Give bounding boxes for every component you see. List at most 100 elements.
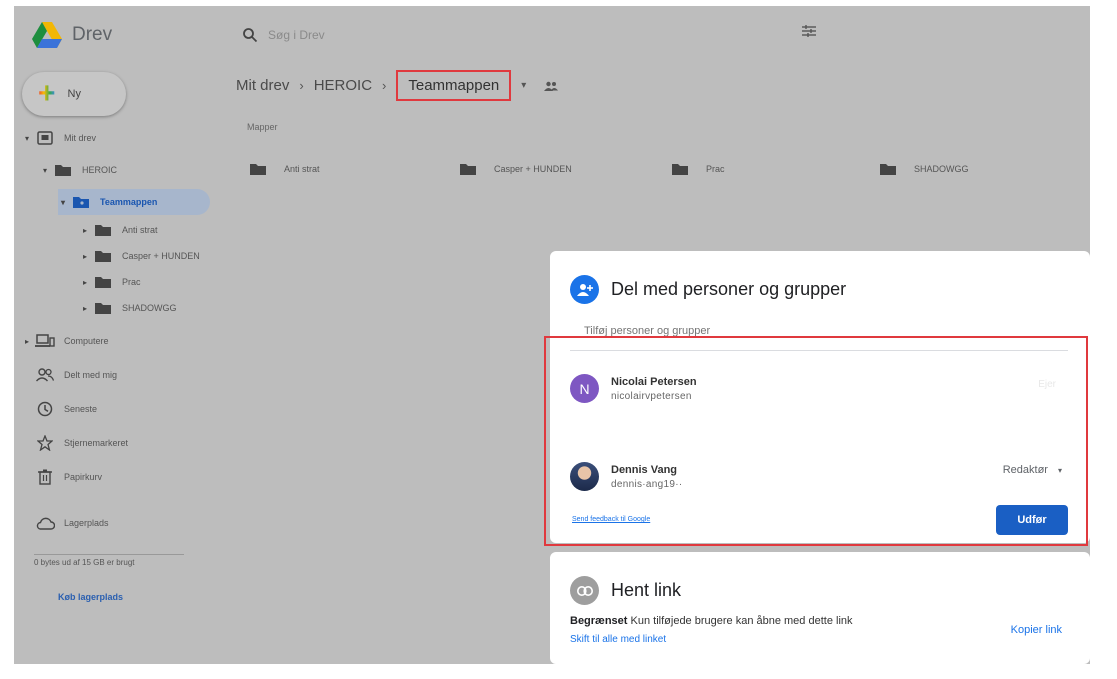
add-person-icon <box>570 275 599 304</box>
folder-icon <box>52 164 74 176</box>
change-access-link[interactable]: Skift til alle med linket <box>570 634 666 645</box>
clock-icon <box>34 401 56 417</box>
folder-icon <box>92 276 114 288</box>
share-dialog-header: Del med personer og grupper <box>570 275 846 304</box>
sidebar-item-trash[interactable]: Papirkurv <box>22 464 102 490</box>
send-feedback-link[interactable]: Send feedback til Google <box>572 516 650 523</box>
get-link-dialog: Hent link Begrænset Kun tilføjede bruger… <box>550 552 1090 664</box>
tree-item-label: SHADOWGG <box>122 303 177 313</box>
sidebar-item-storage[interactable]: Lagerplads <box>22 510 109 536</box>
sidebar-item-starred[interactable]: Stjernemarkeret <box>22 430 128 456</box>
folder-tile[interactable]: Anti strat <box>250 163 320 175</box>
search-bar[interactable]: Søg i Drev <box>242 20 842 50</box>
breadcrumb-current[interactable]: Teammappen <box>396 70 512 101</box>
sidebar-item-label: Papirkurv <box>64 472 103 482</box>
sidebar-item-computers[interactable]: ▸ Computere <box>22 328 109 354</box>
folders-section-label: Mapper <box>247 122 278 132</box>
avatar <box>570 462 599 491</box>
get-link-header: Hent link <box>570 576 681 605</box>
search-options-icon[interactable] <box>801 23 817 39</box>
folder-tile[interactable]: Casper + HUNDEN <box>460 163 572 175</box>
breadcrumb-item[interactable]: Mit drev <box>236 77 289 94</box>
cloud-icon <box>34 516 56 530</box>
star-icon <box>34 435 56 451</box>
expand-arrow-icon[interactable]: ▸ <box>80 226 90 235</box>
storage-usage-text: 0 bytes ud af 15 GB er brugt <box>34 558 135 567</box>
chevron-down-icon: ▾ <box>1057 465 1062 475</box>
folder-icon <box>250 164 266 175</box>
folder-name: Casper + HUNDEN <box>494 164 572 174</box>
tree-item-label: HEROIC <box>82 165 118 175</box>
sidebar-item-label: Mit drev <box>64 133 97 143</box>
tree-item-heroic[interactable]: ▾ HEROIC <box>40 157 117 183</box>
chevron-right-icon: › <box>382 78 387 93</box>
folder-icon <box>92 302 114 314</box>
expand-arrow-icon[interactable]: ▾ <box>22 134 32 143</box>
sidebar-item-my-drive[interactable]: ▾ Mit drev <box>22 125 96 151</box>
drive-logo-icon <box>32 22 62 48</box>
drive-window: Drev Søg i Drev + Ny ▾ Mit drev ▾ HEROIC <box>14 6 1090 664</box>
get-link-title: Hent link <box>611 580 682 600</box>
drive-logo[interactable]: Drev <box>32 22 112 48</box>
chevron-right-icon: › <box>299 78 304 93</box>
role-dropdown-label: Redaktør <box>1002 464 1048 476</box>
breadcrumb-item[interactable]: HEROIC <box>314 77 372 94</box>
tree-item-label: Prac <box>122 277 141 287</box>
folder-icon <box>460 164 476 175</box>
buy-storage-link[interactable]: Køb lagerplads <box>58 592 123 602</box>
add-people-input[interactable] <box>584 325 1062 337</box>
my-drive-icon <box>34 131 56 145</box>
link-access-description: Begrænset Kun tilføjede brugere kan åbne… <box>570 615 853 627</box>
person-name: Nicolai Petersen <box>611 375 697 388</box>
search-input[interactable]: Søg i Drev <box>268 28 325 42</box>
expand-arrow-icon[interactable]: ▸ <box>80 278 90 287</box>
storage-bar <box>34 554 184 555</box>
share-dialog-title: Del med personer og grupper <box>611 279 847 299</box>
tree-item-anti-strat[interactable]: ▸ Anti strat <box>80 217 158 243</box>
person-name: Dennis Vang <box>611 463 678 476</box>
tree-item-shadowgg[interactable]: ▸ SHADOWGG <box>80 295 177 321</box>
done-button[interactable]: Udfør <box>996 505 1068 535</box>
sidebar-item-label: Seneste <box>64 404 98 414</box>
avatar: N <box>570 374 599 403</box>
new-button[interactable]: + Ny <box>22 72 126 116</box>
computer-icon <box>34 334 56 348</box>
sidebar-item-label: Delt med mig <box>64 370 118 380</box>
tree-item-label: Teammappen <box>100 197 158 207</box>
expand-arrow-icon[interactable]: ▾ <box>58 198 68 207</box>
expand-arrow-icon[interactable]: ▸ <box>80 252 90 261</box>
sidebar-item-label: Computere <box>64 336 109 346</box>
copy-link-button[interactable]: Kopier link <box>1011 624 1062 636</box>
tree-item-casper-hunden[interactable]: ▸ Casper + HUNDEN <box>80 243 200 269</box>
folder-icon <box>672 164 688 175</box>
folder-tile[interactable]: Prac <box>672 163 725 175</box>
link-restriction-text: Kun tilføjede brugere kan åbne med dette… <box>630 615 853 627</box>
folder-name: Anti strat <box>284 164 320 174</box>
tree-item-teammappen[interactable]: ▾ Teammappen <box>58 189 210 215</box>
trash-icon <box>34 469 56 485</box>
role-dropdown[interactable]: Redaktør ▾ <box>1003 464 1062 476</box>
expand-arrow-icon[interactable]: ▾ <box>40 166 50 175</box>
people-icon <box>34 368 56 382</box>
tree-item-prac[interactable]: ▸ Prac <box>80 269 141 295</box>
person-email: nicolairvpetersen <box>611 390 692 402</box>
folder-icon <box>92 224 114 236</box>
folder-tile[interactable]: SHADOWGG <box>880 163 969 175</box>
share-dialog: Del med personer og grupper N Nicolai Pe… <box>544 251 1090 546</box>
folder-icon <box>92 250 114 262</box>
dropdown-arrow-icon[interactable]: ▾ <box>521 80 526 91</box>
expand-arrow-icon[interactable]: ▸ <box>22 337 32 346</box>
tree-item-label: Casper + HUNDEN <box>122 251 200 261</box>
search-icon[interactable] <box>242 27 258 43</box>
plus-icon: + <box>38 77 56 110</box>
shared-folder-icon <box>70 196 92 208</box>
folder-icon <box>880 164 896 175</box>
breadcrumb: Mit drev › HEROIC › Teammappen ▾ <box>236 70 559 101</box>
link-restriction-label[interactable]: Begrænset <box>570 615 627 627</box>
sidebar-item-recent[interactable]: Seneste <box>22 396 97 422</box>
expand-arrow-icon[interactable]: ▸ <box>80 304 90 313</box>
person-row: Dennis Vang dennis·ang19·· <box>570 462 682 491</box>
sidebar-item-shared-with-me[interactable]: Delt med mig <box>22 362 117 388</box>
sidebar-item-label: Stjernemarkeret <box>64 438 129 448</box>
input-underline <box>570 350 1068 351</box>
